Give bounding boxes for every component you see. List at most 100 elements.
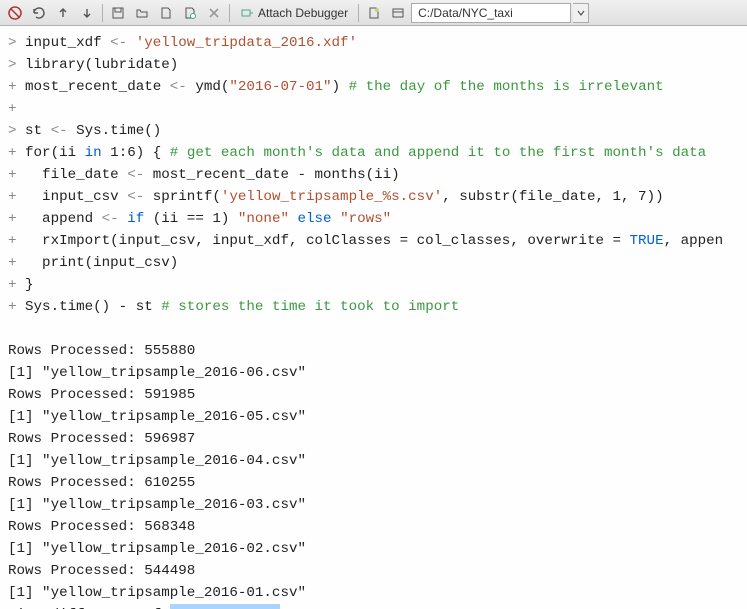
toolbar-separator xyxy=(229,4,230,22)
code-token xyxy=(289,211,298,227)
attach-debugger-button[interactable]: Attach Debugger xyxy=(234,4,354,22)
code-token: print(input_csv) xyxy=(25,255,178,271)
code-token: Sys.time() xyxy=(68,123,162,139)
code-token: , substr(file_date, 1, 7)) xyxy=(442,189,663,205)
console-output-line: Rows Processed: 544498 xyxy=(8,560,739,582)
code-token: # get each month's data and append it to… xyxy=(170,145,706,161)
console-output-line: [1] "yellow_tripsample_2016-04.csv" xyxy=(8,450,739,472)
code-token: ) xyxy=(332,79,349,95)
code-token xyxy=(119,211,128,227)
prompt: + xyxy=(8,277,25,293)
code-token: st xyxy=(25,123,51,139)
working-directory-dropdown[interactable] xyxy=(573,3,589,23)
code-token: , appen xyxy=(664,233,724,249)
console-code-line: + } xyxy=(8,274,739,296)
console-code-line: > input_xdf <- 'yellow_tripdata_2016.xdf… xyxy=(8,32,739,54)
console-code-line: + append <- if (ii == 1) "none" else "ro… xyxy=(8,208,739,230)
code-token: input_csv xyxy=(25,189,127,205)
code-token: input_xdf xyxy=(25,35,110,51)
nav-icon-2[interactable] xyxy=(387,3,409,23)
console-output-line: [1] "yellow_tripsample_2016-03.csv" xyxy=(8,494,739,516)
console-code-line: + Sys.time() - st # stores the time it t… xyxy=(8,296,739,318)
time-diff-highlight[interactable]: 58.59781 secs xyxy=(170,604,281,609)
console-input-block: > input_xdf <- 'yellow_tripdata_2016.xdf… xyxy=(8,32,739,318)
code-token: (ii == 1) xyxy=(144,211,238,227)
code-token: Sys.time() - st xyxy=(25,299,161,315)
prompt: + xyxy=(8,233,25,249)
toolbar-separator xyxy=(358,4,359,22)
prompt: + xyxy=(8,255,25,271)
new-file-alt-icon[interactable] xyxy=(179,3,201,23)
console-code-line: + rxImport(input_csv, input_xdf, colClas… xyxy=(8,230,739,252)
working-directory-input[interactable]: C:/Data/NYC_taxi xyxy=(411,3,571,23)
interrupt-icon[interactable] xyxy=(4,3,26,23)
prompt: + xyxy=(8,189,25,205)
new-file-icon[interactable] xyxy=(155,3,177,23)
toolbar-separator xyxy=(102,4,103,22)
console-output-line: Rows Processed: 596987 xyxy=(8,428,739,450)
prompt: + xyxy=(8,299,25,315)
code-token: <- xyxy=(170,79,187,95)
open-icon[interactable] xyxy=(131,3,153,23)
code-token: append xyxy=(25,211,102,227)
console-code-line: + file_date <- most_recent_date - months… xyxy=(8,164,739,186)
chevron-down-icon xyxy=(577,9,585,17)
code-token: file_date xyxy=(25,167,127,183)
console-code-line: + print(input_csv) xyxy=(8,252,739,274)
code-token: ymd( xyxy=(187,79,230,95)
code-token: sprintf( xyxy=(144,189,221,205)
console-output-line: [1] "yellow_tripsample_2016-01.csv" xyxy=(8,582,739,604)
code-token: most_recent_date - months(ii) xyxy=(144,167,399,183)
code-token: <- xyxy=(127,167,144,183)
prompt: + xyxy=(8,79,25,95)
console-output-line: [1] "yellow_tripsample_2016-02.csv" xyxy=(8,538,739,560)
arrow-up-icon[interactable] xyxy=(52,3,74,23)
code-token: 'yellow_tripsample_%s.csv' xyxy=(221,189,442,205)
console-code-line: > st <- Sys.time() xyxy=(8,120,739,142)
attach-debugger-label: Attach Debugger xyxy=(258,6,348,20)
code-token: rxImport(input_csv, input_xdf, colClasse… xyxy=(25,233,630,249)
code-token: # stores the time it took to import xyxy=(161,299,459,315)
prompt: + xyxy=(8,167,25,183)
prompt: + xyxy=(8,145,25,161)
console-code-line: + for(ii in 1:6) { # get each month's da… xyxy=(8,142,739,164)
code-token: else xyxy=(298,211,332,227)
code-token: most_recent_date xyxy=(25,79,170,95)
code-token: <- xyxy=(110,35,127,51)
console-output-line xyxy=(8,318,739,340)
console-code-line: > library(lubridate) xyxy=(8,54,739,76)
code-token: library(lubridate) xyxy=(25,57,178,73)
code-token: <- xyxy=(102,211,119,227)
debugger-icon xyxy=(240,6,254,20)
code-token: "none" xyxy=(238,211,289,227)
save-icon[interactable] xyxy=(107,3,129,23)
refresh-icon[interactable] xyxy=(28,3,50,23)
console-output-line: Rows Processed: 591985 xyxy=(8,384,739,406)
code-token: <- xyxy=(127,189,144,205)
prompt: > xyxy=(8,57,25,73)
r-console[interactable]: > input_xdf <- 'yellow_tripdata_2016.xdf… xyxy=(0,26,747,609)
code-token: "2016-07-01" xyxy=(229,79,331,95)
code-token: "rows" xyxy=(340,211,391,227)
console-output-line: Rows Processed: 610255 xyxy=(8,472,739,494)
prompt: > xyxy=(8,35,25,51)
code-token: for(ii xyxy=(25,145,85,161)
console-code-line: + input_csv <- sprintf('yellow_tripsampl… xyxy=(8,186,739,208)
console-output-line: Rows Processed: 555880 xyxy=(8,340,739,362)
console-output-block: Rows Processed: 555880[1] "yellow_tripsa… xyxy=(8,318,739,604)
code-token: 1:6) { xyxy=(102,145,170,161)
working-directory-value: C:/Data/NYC_taxi xyxy=(418,6,513,20)
console-output-line: Rows Processed: 568348 xyxy=(8,516,739,538)
code-token: <- xyxy=(51,123,68,139)
toolbar: Attach Debugger C:/Data/NYC_taxi xyxy=(0,0,747,26)
arrow-down-icon[interactable] xyxy=(76,3,98,23)
close-icon[interactable] xyxy=(203,3,225,23)
code-token: in xyxy=(85,145,102,161)
nav-icon-1[interactable] xyxy=(363,3,385,23)
code-token: if xyxy=(127,211,144,227)
prompt: > xyxy=(8,123,25,139)
console-output-line: [1] "yellow_tripsample_2016-06.csv" xyxy=(8,362,739,384)
code-token: 'yellow_tripdata_2016.xdf' xyxy=(136,35,357,51)
code-token: } xyxy=(25,277,34,293)
code-token xyxy=(332,211,341,227)
